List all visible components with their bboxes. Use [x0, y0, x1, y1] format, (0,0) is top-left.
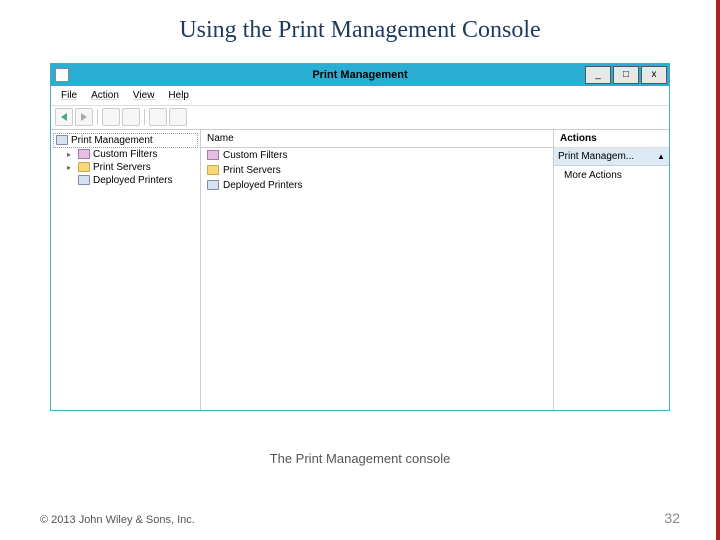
list-item-label: Print Servers: [223, 165, 281, 176]
app-window: Print Management _ □ x File Action View …: [50, 63, 670, 411]
toolbar-button-3[interactable]: [149, 108, 167, 126]
slide-caption: The Print Management console: [40, 451, 680, 466]
tree-item-label: Custom Filters: [93, 149, 157, 160]
actions-pane: Actions Print Managem... ▲ More Actions: [554, 130, 669, 410]
toolbar: [51, 106, 669, 130]
page-number: 32: [664, 510, 680, 526]
actions-more[interactable]: More Actions: [554, 166, 669, 185]
copyright: © 2013 John Wiley & Sons, Inc.: [40, 514, 195, 526]
toolbar-separator: [97, 109, 98, 125]
tree-item-label: Deployed Printers: [93, 175, 172, 186]
menu-action[interactable]: Action: [85, 88, 125, 103]
tree-root-label: Print Management: [71, 135, 153, 146]
forward-button[interactable]: [75, 108, 93, 126]
tree-root[interactable]: Print Management: [53, 133, 198, 148]
tree-item-deployed-printers[interactable]: Deployed Printers: [53, 174, 198, 187]
tree-item-print-servers[interactable]: ▸ Print Servers: [53, 161, 198, 174]
app-icon: [55, 68, 69, 82]
menu-file[interactable]: File: [55, 88, 83, 103]
menu-view[interactable]: View: [127, 88, 161, 103]
window-body: Print Management ▸ Custom Filters ▸ Prin…: [51, 130, 669, 410]
accent-bar: [716, 0, 720, 540]
toolbar-button-1[interactable]: [102, 108, 120, 126]
list-item-label: Custom Filters: [223, 150, 287, 161]
folder-icon: [207, 165, 219, 175]
maximize-button[interactable]: □: [613, 66, 639, 84]
actions-header: Actions: [554, 130, 669, 148]
menubar: File Action View Help: [51, 86, 669, 106]
collapse-icon[interactable]: ▲: [657, 152, 665, 161]
expander-icon[interactable]: ▸: [67, 150, 75, 159]
window-title: Print Management: [51, 69, 669, 81]
list-item-custom-filters[interactable]: Custom Filters: [201, 148, 553, 163]
window-controls: _ □ x: [583, 66, 669, 84]
toolbar-separator: [144, 109, 145, 125]
printer-icon: [78, 175, 90, 185]
printer-icon: [207, 180, 219, 190]
list-item-label: Deployed Printers: [223, 180, 302, 191]
console-icon: [56, 135, 68, 145]
expander-icon[interactable]: ▸: [67, 163, 75, 172]
tree-pane: Print Management ▸ Custom Filters ▸ Prin…: [51, 130, 201, 410]
minimize-button[interactable]: _: [585, 66, 611, 84]
toolbar-button-4[interactable]: [169, 108, 187, 126]
list-item-deployed-printers[interactable]: Deployed Printers: [201, 178, 553, 193]
filter-icon: [207, 150, 219, 160]
menu-help[interactable]: Help: [162, 88, 195, 103]
list-item-print-servers[interactable]: Print Servers: [201, 163, 553, 178]
slide-title: Using the Print Management Console: [40, 16, 680, 45]
tree-item-custom-filters[interactable]: ▸ Custom Filters: [53, 148, 198, 161]
close-button[interactable]: x: [641, 66, 667, 84]
titlebar[interactable]: Print Management _ □ x: [51, 64, 669, 86]
filter-icon: [78, 149, 90, 159]
folder-icon: [78, 162, 90, 172]
toolbar-button-2[interactable]: [122, 108, 140, 126]
list-column-header[interactable]: Name: [201, 130, 553, 148]
tree-item-label: Print Servers: [93, 162, 151, 173]
back-button[interactable]: [55, 108, 73, 126]
actions-group-label: Print Managem...: [558, 151, 634, 162]
list-pane: Name Custom Filters Print Servers Deploy…: [201, 130, 554, 410]
actions-group-header[interactable]: Print Managem... ▲: [554, 148, 669, 166]
